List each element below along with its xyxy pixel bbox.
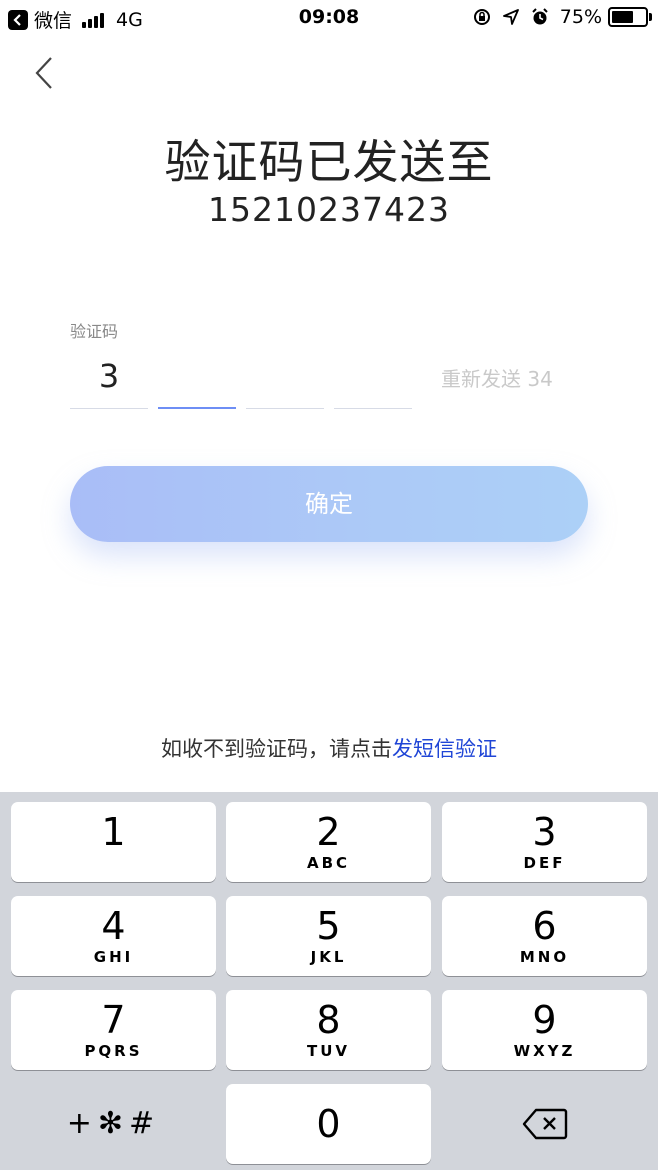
key-7[interactable]: 7 PQRS [11,990,216,1070]
status-bar: 微信 4G 09:08 75% [0,0,658,36]
key-5-digit: 5 [316,904,341,948]
code-digit-3[interactable] [246,350,324,409]
location-icon [502,8,520,26]
key-6[interactable]: 6 MNO [442,896,647,976]
key-8-letters: TUV [306,1042,351,1060]
numeric-keypad: 1 2 ABC 3 DEF 4 GHI 5 JKL 6 MNO 7 PQRS 8 [0,792,658,1170]
key-0[interactable]: 0 [226,1084,431,1164]
key-5[interactable]: 5 JKL [226,896,431,976]
sms-hint-text: 如收不到验证码，请点击 [161,737,392,761]
key-3-digit: 3 [532,810,557,854]
key-1[interactable]: 1 [11,802,216,882]
backspace-icon [522,1108,567,1140]
key-9-digit: 9 [532,998,557,1042]
screen: 微信 4G 09:08 75% 验证码已发送至 15210237423 验证码 … [0,0,658,1170]
orientation-lock-icon [472,7,492,27]
key-1-digit: 1 [101,810,126,854]
key-2[interactable]: 2 ABC [226,802,431,882]
alarm-icon [530,7,550,27]
key-3[interactable]: 3 DEF [442,802,647,882]
key-4-letters: GHI [93,948,134,966]
confirm-button[interactable]: 确定 [70,466,588,542]
key-6-digit: 6 [532,904,557,948]
resend-button[interactable]: 重新发送 34 [441,363,553,392]
phone-number: 15210237423 [208,190,450,229]
key-symbols-label: +✻# [66,1106,161,1141]
battery-fill [612,11,633,23]
back-button[interactable] [26,54,66,94]
sms-hint: 如收不到验证码，请点击发短信验证 [0,733,658,763]
key-6-letters: MNO [519,948,570,966]
status-right: 75% [472,6,652,28]
code-label: 验证码 [70,322,119,341]
key-4-digit: 4 [101,904,126,948]
battery-icon [608,7,652,27]
key-2-letters: ABC [306,854,351,872]
code-digit-2[interactable] [158,350,236,409]
key-7-letters: PQRS [84,1042,143,1060]
key-8[interactable]: 8 TUV [226,990,431,1070]
key-symbols[interactable]: +✻# [11,1084,216,1164]
chevron-left-icon [35,57,52,89]
key-4[interactable]: 4 GHI [11,896,216,976]
key-3-letters: DEF [523,854,566,872]
key-0-digit: 0 [316,1102,341,1146]
key-7-digit: 7 [101,998,126,1042]
delete-key[interactable] [442,1084,647,1164]
key-8-digit: 8 [316,998,341,1042]
key-2-digit: 2 [316,810,341,854]
page-title: 验证码已发送至 [164,135,494,189]
code-digit-1[interactable]: 3 [70,350,148,409]
key-9[interactable]: 9 WXYZ [442,990,647,1070]
sms-verify-link[interactable]: 发短信验证 [392,737,497,761]
battery-percent: 75% [559,6,602,28]
code-digit-4[interactable] [334,350,412,409]
key-9-letters: WXYZ [513,1042,576,1060]
key-5-letters: JKL [310,948,347,966]
